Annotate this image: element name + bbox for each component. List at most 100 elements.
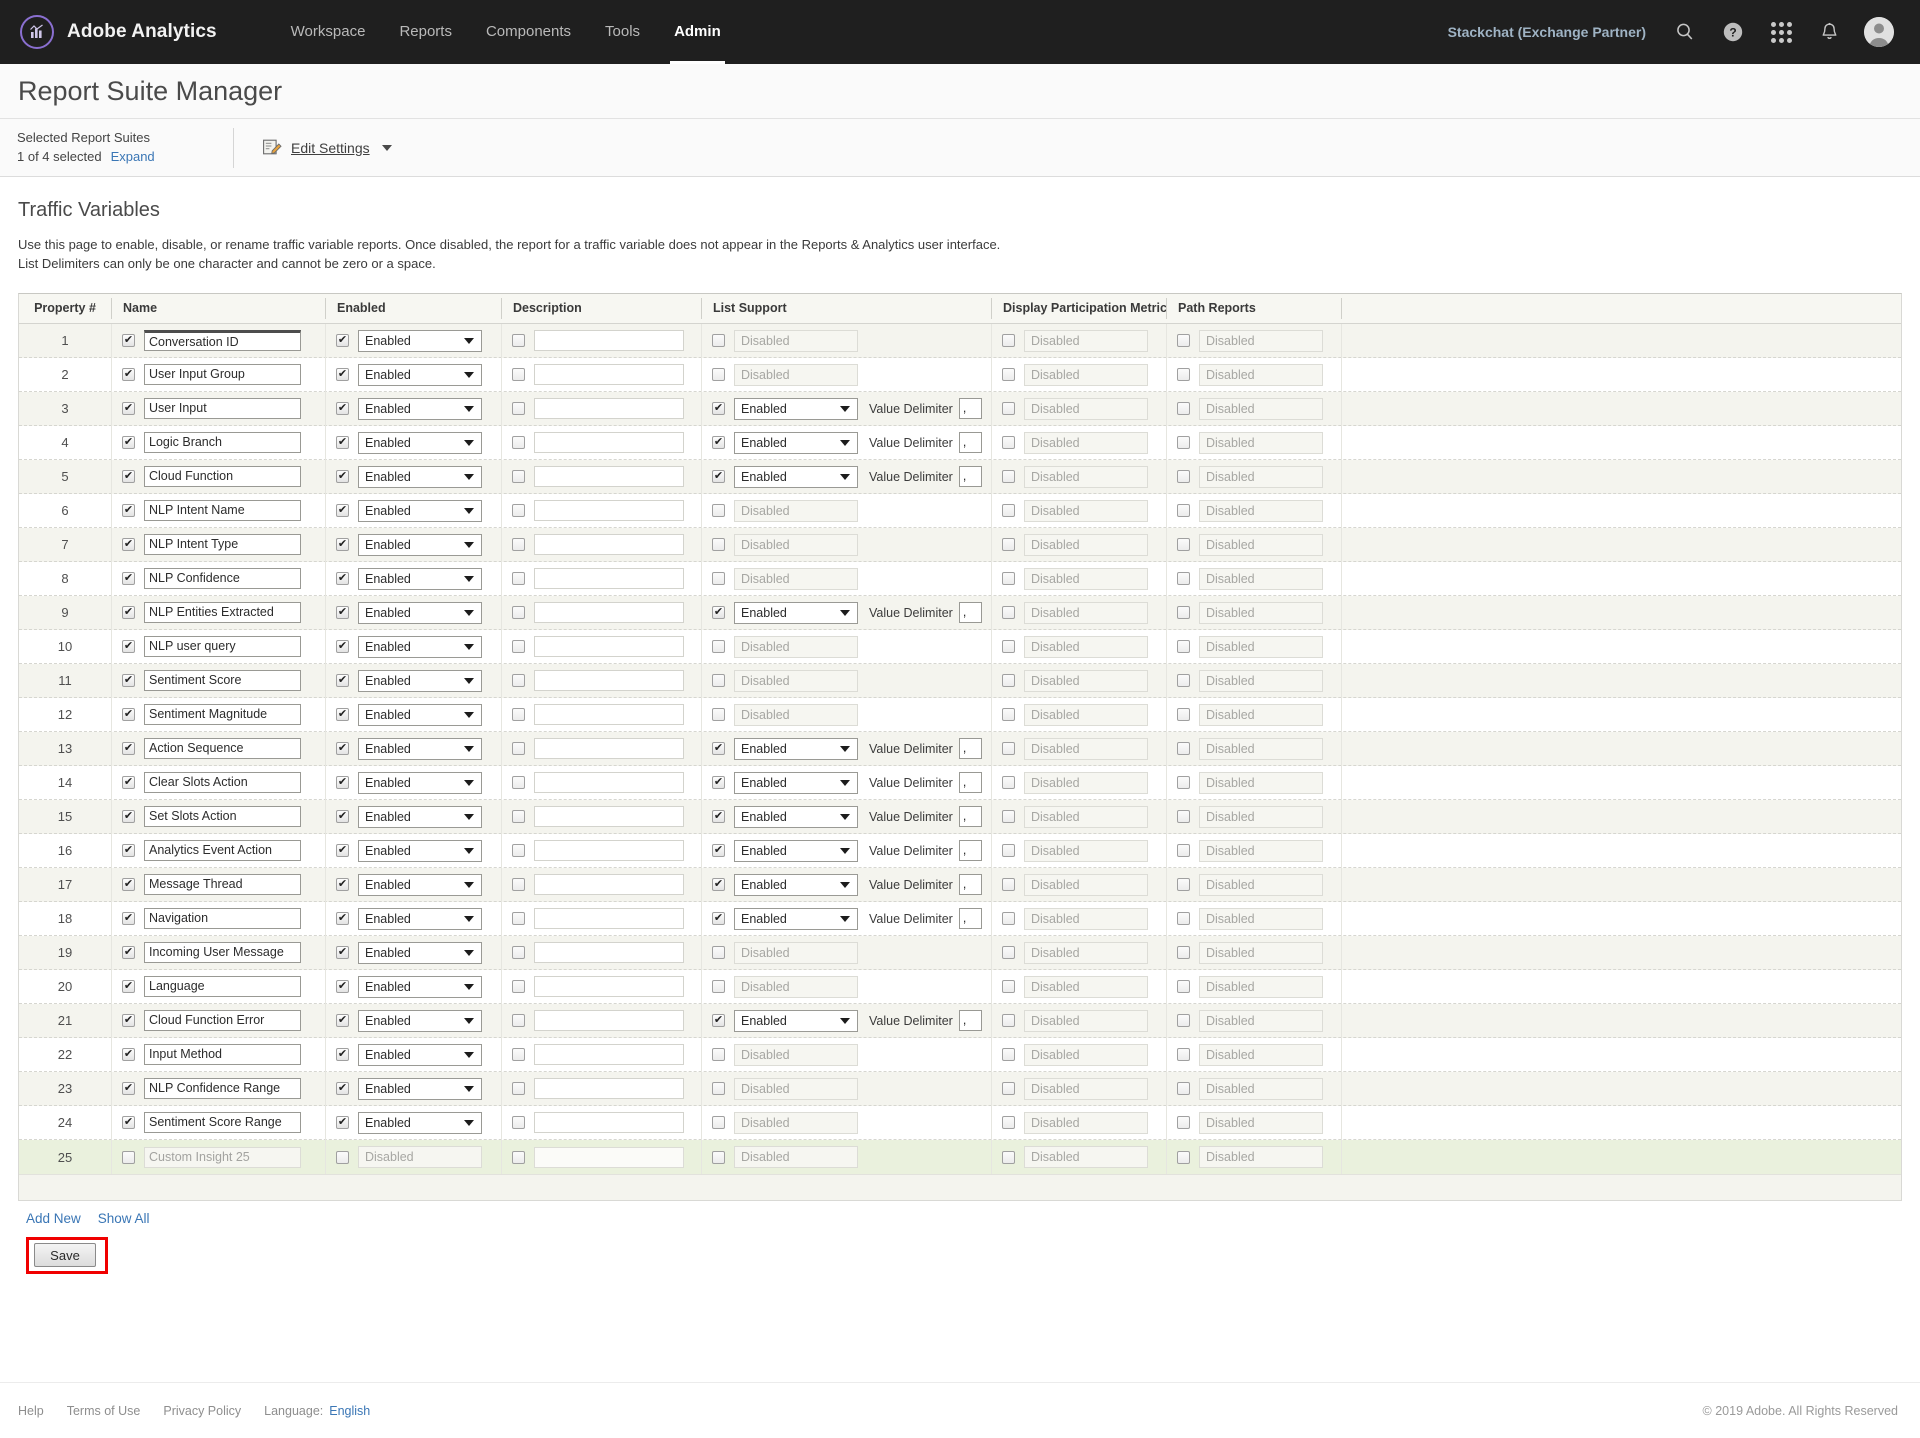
enabled-checkbox[interactable]: ✔	[336, 878, 349, 892]
name-input[interactable]: Action Sequence	[144, 738, 301, 760]
display-participation-checkbox[interactable]	[1002, 946, 1015, 960]
display-participation-checkbox[interactable]	[1002, 980, 1015, 994]
value-delimiter-input[interactable]: ,	[958, 466, 982, 488]
path-reports-checkbox[interactable]	[1177, 742, 1190, 756]
list-support-checkbox[interactable]	[712, 640, 725, 654]
name-row-checkbox[interactable]: ✔	[122, 334, 135, 348]
enabled-checkbox[interactable]: ✔	[336, 538, 349, 552]
description-input[interactable]	[534, 398, 684, 420]
name-input[interactable]: NLP user query	[144, 636, 301, 658]
footer-help-link[interactable]: Help	[18, 1404, 44, 1418]
name-row-checkbox[interactable]: ✔	[122, 708, 135, 722]
name-input[interactable]: NLP Entities Extracted	[144, 602, 301, 624]
enabled-select[interactable]: Enabled	[358, 1111, 482, 1134]
name-input[interactable]: Clear Slots Action	[144, 772, 301, 794]
display-participation-checkbox[interactable]	[1002, 538, 1015, 552]
value-delimiter-input[interactable]: ,	[958, 840, 982, 862]
list-support-checkbox[interactable]: ✔	[712, 878, 725, 892]
name-row-checkbox[interactable]: ✔	[122, 844, 135, 858]
enabled-checkbox[interactable]: ✔	[336, 470, 349, 484]
user-avatar[interactable]	[1864, 17, 1894, 47]
enabled-checkbox[interactable]: ✔	[336, 946, 349, 960]
enabled-select[interactable]: Enabled	[358, 431, 482, 454]
list-support-checkbox[interactable]	[712, 504, 725, 518]
path-reports-checkbox[interactable]	[1177, 606, 1190, 620]
enabled-checkbox[interactable]: ✔	[336, 572, 349, 586]
enabled-select[interactable]: Enabled	[358, 737, 482, 760]
display-participation-checkbox[interactable]	[1002, 368, 1015, 382]
list-support-select[interactable]: Enabled	[734, 465, 858, 488]
list-support-checkbox[interactable]: ✔	[712, 742, 725, 756]
description-input[interactable]	[534, 636, 684, 658]
path-reports-checkbox[interactable]	[1177, 946, 1190, 960]
expand-link[interactable]: Expand	[111, 148, 155, 167]
path-reports-checkbox[interactable]	[1177, 538, 1190, 552]
display-participation-checkbox[interactable]	[1002, 1048, 1015, 1062]
enabled-select[interactable]: Enabled	[358, 635, 482, 658]
enabled-checkbox[interactable]: ✔	[336, 810, 349, 824]
name-input[interactable]: Cloud Function Error	[144, 1010, 301, 1032]
name-input[interactable]: NLP Confidence Range	[144, 1078, 301, 1100]
list-support-checkbox[interactable]: ✔	[712, 776, 725, 790]
notifications-bell-icon[interactable]	[1816, 19, 1842, 45]
name-row-checkbox[interactable]: ✔	[122, 470, 135, 484]
name-input[interactable]: NLP Intent Name	[144, 500, 301, 522]
enabled-checkbox[interactable]: ✔	[336, 606, 349, 620]
description-input[interactable]	[534, 840, 684, 862]
name-input[interactable]: Custom Insight 25	[144, 1146, 301, 1168]
enabled-select[interactable]: Enabled	[358, 533, 482, 556]
list-support-checkbox[interactable]	[712, 368, 725, 382]
path-reports-checkbox[interactable]	[1177, 708, 1190, 722]
description-checkbox[interactable]	[512, 640, 525, 654]
show-all-link[interactable]: Show All	[98, 1211, 150, 1226]
description-checkbox[interactable]	[512, 470, 525, 484]
description-checkbox[interactable]	[512, 776, 525, 790]
path-reports-checkbox[interactable]	[1177, 436, 1190, 450]
menu-item-tools[interactable]: Tools	[605, 0, 640, 64]
description-input[interactable]	[534, 1146, 684, 1168]
enabled-select[interactable]: Enabled	[358, 397, 482, 420]
name-row-checkbox[interactable]: ✔	[122, 606, 135, 620]
value-delimiter-input[interactable]: ,	[958, 874, 982, 896]
name-row-checkbox[interactable]: ✔	[122, 674, 135, 688]
description-checkbox[interactable]	[512, 742, 525, 756]
list-support-select[interactable]: Enabled	[734, 397, 858, 420]
enabled-select[interactable]: Enabled	[358, 941, 482, 964]
description-checkbox[interactable]	[512, 572, 525, 586]
name-row-checkbox[interactable]: ✔	[122, 1082, 135, 1096]
help-icon[interactable]: ?	[1720, 19, 1746, 45]
menu-item-reports[interactable]: Reports	[399, 0, 452, 64]
name-row-checkbox[interactable]: ✔	[122, 810, 135, 824]
name-input[interactable]: Logic Branch	[144, 432, 301, 454]
path-reports-checkbox[interactable]	[1177, 1048, 1190, 1062]
menu-item-workspace[interactable]: Workspace	[291, 0, 366, 64]
menu-item-components[interactable]: Components	[486, 0, 571, 64]
enabled-select[interactable]: Enabled	[358, 839, 482, 862]
enabled-checkbox[interactable]: ✔	[336, 1116, 349, 1130]
path-reports-checkbox[interactable]	[1177, 402, 1190, 416]
name-row-checkbox[interactable]: ✔	[122, 1014, 135, 1028]
name-input[interactable]: NLP Confidence	[144, 568, 301, 590]
footer-language-value[interactable]: English	[329, 1404, 370, 1418]
name-row-checkbox[interactable]: ✔	[122, 946, 135, 960]
description-checkbox[interactable]	[512, 912, 525, 926]
path-reports-checkbox[interactable]	[1177, 572, 1190, 586]
display-participation-checkbox[interactable]	[1002, 402, 1015, 416]
description-checkbox[interactable]	[512, 368, 525, 382]
list-support-checkbox[interactable]: ✔	[712, 1014, 725, 1028]
description-checkbox[interactable]	[512, 504, 525, 518]
display-participation-checkbox[interactable]	[1002, 640, 1015, 654]
value-delimiter-input[interactable]: ,	[958, 908, 982, 930]
enabled-select[interactable]: Enabled	[358, 771, 482, 794]
description-input[interactable]	[534, 568, 684, 590]
enabled-checkbox[interactable]: ✔	[336, 912, 349, 926]
list-support-select[interactable]: Enabled	[734, 431, 858, 454]
enabled-select[interactable]: Enabled	[358, 329, 482, 352]
enabled-checkbox[interactable]	[336, 1150, 349, 1164]
footer-privacy-link[interactable]: Privacy Policy	[163, 1404, 241, 1418]
enabled-select[interactable]: Enabled	[358, 805, 482, 828]
description-input[interactable]	[534, 364, 684, 386]
name-row-checkbox[interactable]: ✔	[122, 572, 135, 586]
name-input[interactable]: Sentiment Score	[144, 670, 301, 692]
footer-terms-link[interactable]: Terms of Use	[67, 1404, 141, 1418]
